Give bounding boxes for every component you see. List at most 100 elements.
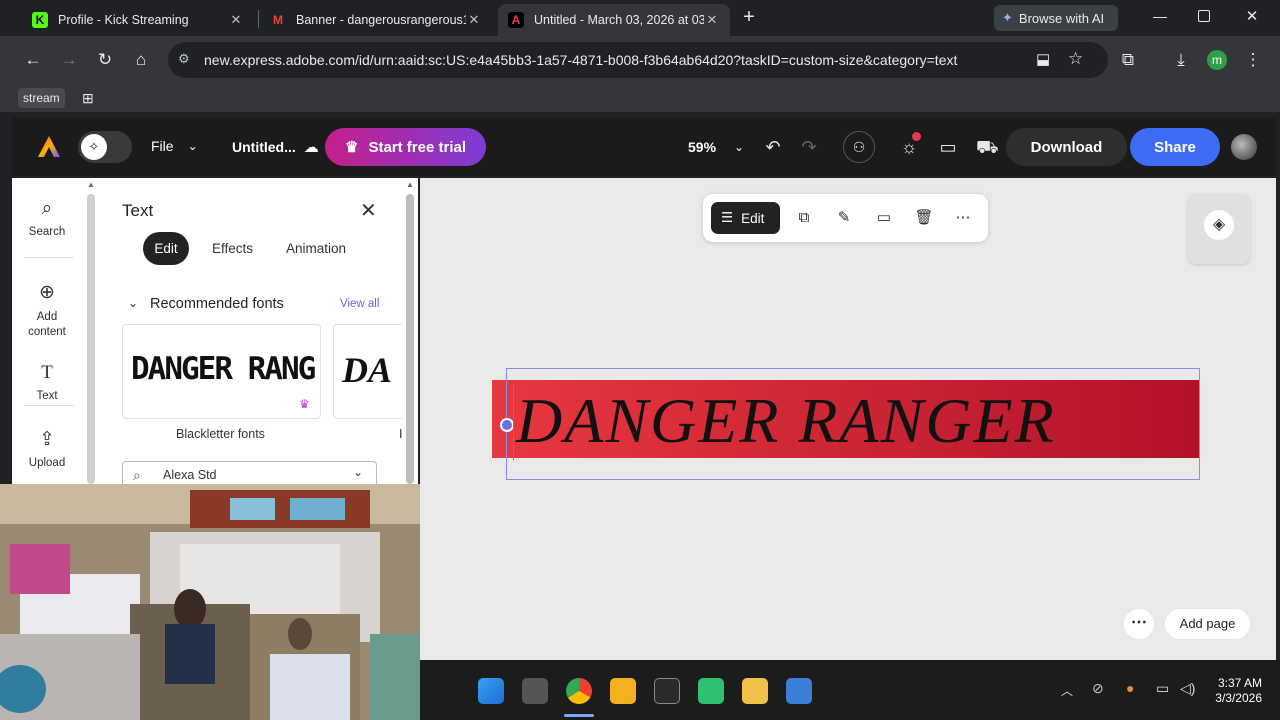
browse-with-ai-button[interactable]: ✦ Browse with AI: [994, 5, 1118, 31]
tab-search-icon[interactable]: ⧉: [1116, 48, 1140, 72]
add-page-button[interactable]: Add page: [1165, 609, 1250, 639]
cloud-icon: ☁: [303, 139, 319, 156]
browser-tab-adobe-express[interactable]: A Untitled - March 03, 2026 at 03 ✕: [498, 4, 730, 36]
design-canvas[interactable]: ☰ Edit ⧉ ✎ ▭ 🗑 ⋯ ◈ DANGER RANGER ⋯ Add p…: [420, 178, 1276, 660]
font-preview: DA: [342, 350, 393, 390]
forward-icon[interactable]: →: [57, 48, 81, 72]
lightbulb-icon[interactable]: ☼: [898, 132, 921, 158]
start-free-trial-button[interactable]: ♛ Start free trial: [325, 128, 486, 166]
rockstar-launcher-icon[interactable]: [610, 678, 636, 704]
rail-item-upload[interactable]: ⇪ Upload: [12, 428, 82, 469]
site-info-icon[interactable]: ⚙: [178, 51, 194, 67]
rail-item-text[interactable]: T Text: [12, 362, 82, 402]
browser-tab-strip: K Profile - Kick Streaming ✕ M Banner - …: [0, 0, 1280, 36]
downloads-icon[interactable]: ⤓: [1169, 48, 1193, 72]
view-all-link[interactable]: View all: [340, 298, 379, 310]
controller-app-icon[interactable]: [698, 678, 724, 704]
rail-item-add-content[interactable]: ⊕ Add content: [12, 281, 82, 340]
rail-label: Add content: [28, 311, 66, 338]
new-tab-button[interactable]: +: [738, 6, 760, 30]
close-icon[interactable]: ✕: [360, 198, 377, 223]
resize-handle[interactable]: [500, 418, 514, 432]
profile-avatar[interactable]: m: [1207, 50, 1227, 70]
rail-divider: [24, 405, 74, 406]
minimize-window-icon[interactable]: —: [1150, 8, 1170, 24]
more-options-icon[interactable]: ⋯: [953, 208, 973, 228]
invite-collaborator-icon[interactable]: ⚇: [843, 131, 875, 163]
close-tab-icon[interactable]: ✕: [704, 12, 720, 28]
bookmark-star-icon[interactable]: ☆: [1068, 49, 1083, 69]
selection-box[interactable]: [506, 368, 1200, 480]
font-card-blackletter[interactable]: DANGER RANG ♛: [122, 324, 321, 419]
comment-icon[interactable]: ▭: [937, 136, 959, 158]
microphone-icon[interactable]: ●: [1126, 680, 1134, 696]
user-avatar[interactable]: [1231, 134, 1257, 160]
rail-scrollbar[interactable]: [87, 194, 95, 484]
page-options-icon[interactable]: ⋯: [1124, 609, 1154, 639]
duplicate-icon[interactable]: ⧉: [794, 208, 814, 228]
delete-icon[interactable]: 🗑: [914, 208, 934, 228]
upload-icon: ⇪: [39, 429, 55, 450]
font-preview: DANGER RANG: [131, 351, 316, 387]
browser-tab-kick[interactable]: K Profile - Kick Streaming ✕: [22, 4, 254, 36]
rail-label: Upload: [28, 457, 66, 469]
context-edit-button[interactable]: ☰ Edit: [711, 202, 780, 234]
scroll-up-arrow-icon[interactable]: ▲: [406, 180, 414, 189]
ai-assistant-toggle[interactable]: ✧: [78, 131, 132, 163]
rail-item-search[interactable]: ⌕ Search: [12, 198, 82, 238]
font-search-field[interactable]: ⌕ Alexa Std ⌄: [122, 461, 377, 484]
app-header: ✧ File ⌄ Untitled... ☁ ♛ Start free tria…: [12, 118, 1276, 176]
browser-toolbar: ← → ↻ ⌂ ⚙ new.express.adobe.com/id/urn:a…: [0, 36, 1280, 84]
layers-panel-button[interactable]: ◈: [1188, 194, 1250, 264]
comment-icon[interactable]: ▭: [874, 208, 894, 228]
browser-tab-gmail[interactable]: M Banner - dangerousrangerous1 ✕: [260, 4, 492, 36]
system-clock[interactable]: 3:37 AM 3/3/2026: [1208, 676, 1262, 706]
install-app-icon[interactable]: ⬓: [1036, 50, 1050, 68]
scroll-up-arrow-icon[interactable]: ▲: [87, 180, 95, 189]
paint-app-icon[interactable]: [786, 678, 812, 704]
chevron-down-icon[interactable]: ⌄: [128, 296, 138, 310]
webcam-feed-image: [0, 484, 420, 720]
document-title[interactable]: Untitled... ☁: [232, 138, 319, 156]
task-view-icon[interactable]: [522, 678, 548, 704]
zoom-control[interactable]: 59% ⌄: [688, 139, 744, 155]
adobe-express-logo-icon[interactable]: [36, 134, 62, 160]
address-bar[interactable]: ⚙ new.express.adobe.com/id/urn:aaid:sc:U…: [168, 42, 1108, 78]
undo-icon[interactable]: ↶: [762, 136, 784, 158]
copy-style-icon[interactable]: ✎: [834, 208, 854, 228]
share-button[interactable]: Share: [1130, 128, 1220, 166]
tab-effects[interactable]: Effects: [212, 241, 253, 256]
sparkle-icon: ✦: [1002, 10, 1013, 25]
chrome-taskbar-icon[interactable]: [566, 678, 592, 704]
rail-scroll-track: ▲: [84, 178, 98, 484]
panel-title: Text: [122, 201, 154, 220]
close-tab-icon[interactable]: ✕: [466, 12, 482, 28]
font-card-caption: Blackletter fonts: [176, 427, 265, 441]
network-off-icon[interactable]: ⊘: [1092, 680, 1104, 697]
maximize-window-icon[interactable]: [1198, 10, 1210, 22]
file-menu-button[interactable]: File ⌄: [151, 138, 198, 154]
display-icon[interactable]: ▭: [1156, 680, 1169, 697]
chevron-up-icon[interactable]: ︿: [1061, 682, 1073, 699]
panel-scrollbar[interactable]: [406, 194, 414, 484]
reload-icon[interactable]: ↻: [93, 48, 117, 72]
close-window-icon[interactable]: ✕: [1242, 7, 1262, 25]
schedule-icon[interactable]: ⛟: [976, 136, 999, 158]
home-icon[interactable]: ⌂: [129, 48, 153, 72]
tab-edit[interactable]: Edit: [143, 232, 189, 265]
close-tab-icon[interactable]: ✕: [228, 12, 244, 28]
apps-grid-icon[interactable]: ⊞: [82, 88, 94, 108]
bookmark-stream[interactable]: stream: [18, 88, 65, 108]
epic-games-icon[interactable]: [654, 678, 680, 704]
download-button[interactable]: Download: [1006, 128, 1127, 166]
file-explorer-icon[interactable]: [742, 678, 768, 704]
tab-animation[interactable]: Animation: [286, 241, 346, 256]
volume-icon[interactable]: ◁): [1180, 680, 1195, 697]
chrome-menu-icon[interactable]: ⋮: [1241, 48, 1265, 72]
chevron-down-icon[interactable]: ⌄: [353, 465, 373, 484]
windows-start-icon[interactable]: [478, 678, 504, 704]
font-card-next[interactable]: DA: [333, 324, 413, 419]
back-icon[interactable]: ←: [21, 48, 45, 72]
redo-icon[interactable]: ↷: [798, 136, 820, 158]
edit-label: Edit: [741, 210, 765, 226]
